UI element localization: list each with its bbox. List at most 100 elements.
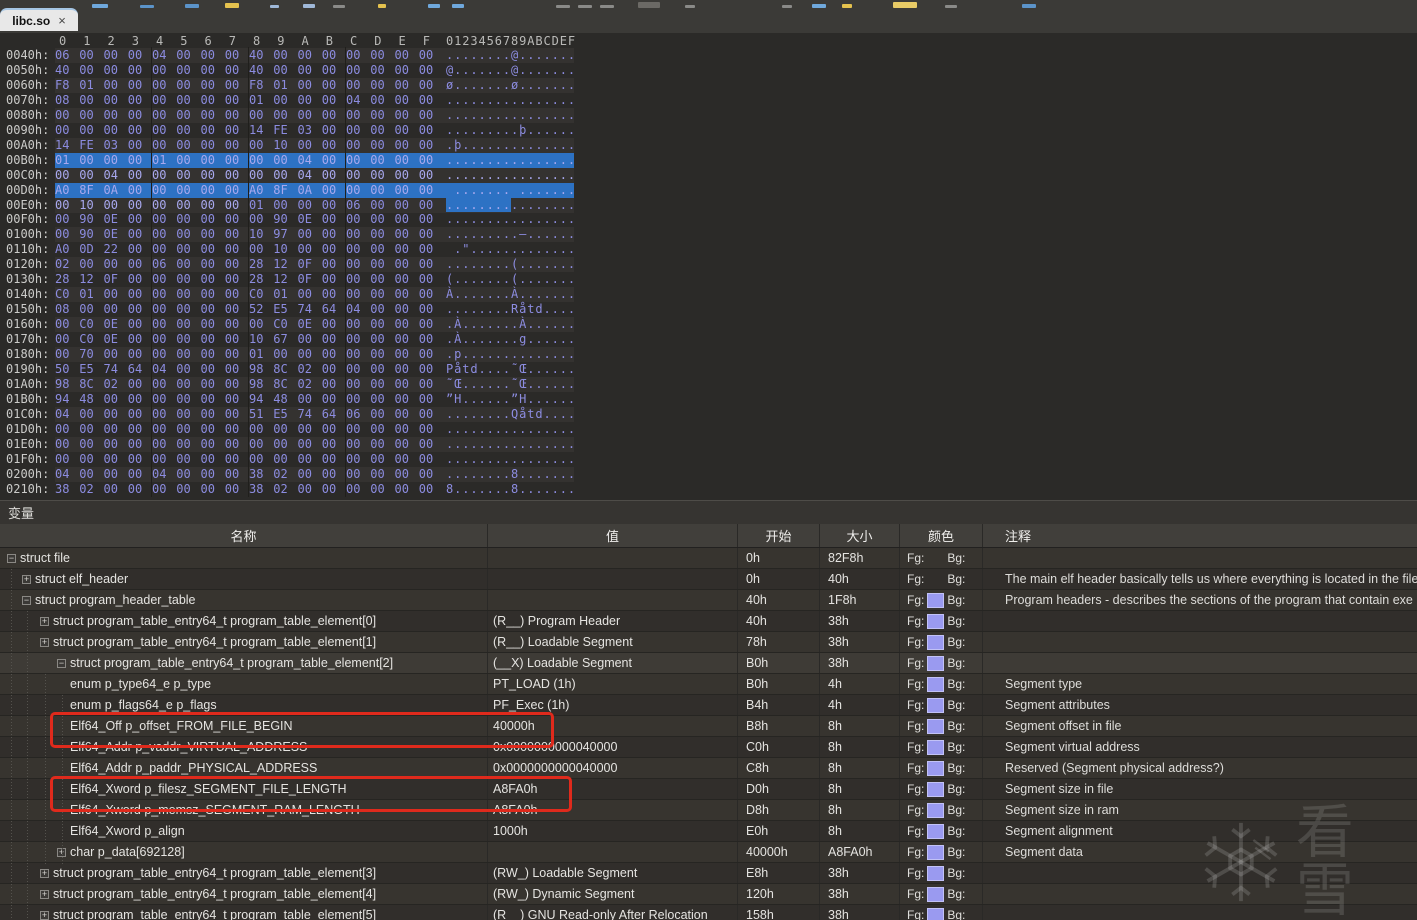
hex-byte[interactable]: 00: [298, 93, 322, 108]
hex-byte[interactable]: 00: [201, 48, 225, 63]
hex-byte[interactable]: 00: [395, 452, 419, 467]
hex-byte[interactable]: 00: [298, 482, 322, 497]
hex-byte[interactable]: 00: [370, 198, 394, 213]
hex-byte[interactable]: 00: [370, 227, 394, 242]
hex-byte[interactable]: 00: [346, 48, 370, 63]
hex-row[interactable]: 01D0h: 00 00 00 00 00 00 00 00 00 00 00 00 00 00 00 00..…: [0, 422, 575, 437]
hex-byte[interactable]: 64: [322, 302, 346, 317]
ascii-text[interactable]: 8.......8.......: [443, 482, 575, 497]
hex-byte[interactable]: 10: [79, 198, 103, 213]
hex-byte[interactable]: 00: [225, 272, 249, 287]
hex-byte[interactable]: 00: [128, 377, 152, 392]
hex-byte[interactable]: 00: [79, 93, 103, 108]
hex-byte[interactable]: 00: [298, 437, 322, 452]
ascii-text[interactable]: Påtd....˜Œ......: [443, 362, 575, 377]
hex-byte[interactable]: 00: [273, 153, 297, 168]
hex-byte[interactable]: 98: [249, 377, 273, 392]
hex-byte[interactable]: 00: [176, 362, 200, 377]
hex-byte[interactable]: 00: [104, 48, 128, 63]
hex-byte[interactable]: 00: [298, 422, 322, 437]
hex-byte[interactable]: 14: [249, 123, 273, 138]
hex-byte[interactable]: 00: [225, 168, 249, 183]
hex-byte[interactable]: 00: [346, 482, 370, 497]
hex-byte[interactable]: 00: [395, 153, 419, 168]
hex-byte[interactable]: 00: [346, 108, 370, 123]
hex-byte[interactable]: 00: [104, 347, 128, 362]
hex-byte[interactable]: 00: [128, 302, 152, 317]
hex-byte[interactable]: 0F: [298, 257, 322, 272]
hex-byte[interactable]: 00: [395, 347, 419, 362]
hex-byte[interactable]: 00: [273, 108, 297, 123]
hex-row[interactable]: 0180h: 00 70 00 00 00 00 00 00 01 00 00 00 00 00 00 00 .p…: [0, 347, 575, 363]
hex-byte[interactable]: 98: [55, 377, 79, 392]
hex-row[interactable]: 0060h: F8 01 00 00 00 00 00 00 F8 01 00 00 00 00 00 00 ø.…: [0, 77, 575, 93]
hex-byte[interactable]: 00: [273, 48, 297, 63]
hex-byte[interactable]: 00: [128, 407, 152, 422]
hex-byte[interactable]: 00: [370, 287, 394, 302]
hex-byte[interactable]: 00: [225, 108, 249, 123]
hex-byte[interactable]: 28: [249, 257, 273, 272]
ascii-text[interactable]: .À.......g......: [443, 332, 575, 347]
hex-byte[interactable]: 00: [128, 422, 152, 437]
hex-byte[interactable]: 0A: [298, 183, 322, 198]
expand-icon[interactable]: +: [40, 868, 49, 878]
hex-byte[interactable]: 00: [152, 317, 176, 332]
ascii-text[interactable]: ........(.......: [443, 257, 575, 273]
hex-byte[interactable]: 40: [55, 63, 79, 78]
hex-byte[interactable]: 00: [346, 63, 370, 78]
expand-icon[interactable]: +: [40, 910, 49, 920]
hex-byte[interactable]: 00: [128, 212, 152, 227]
ascii-text[interactable]: ................: [443, 452, 575, 467]
hex-byte[interactable]: 00: [322, 332, 346, 347]
hex-byte[interactable]: 00: [322, 287, 346, 302]
hex-byte[interactable]: 00: [201, 198, 225, 213]
fg-color-swatch[interactable]: [927, 802, 945, 818]
hex-byte[interactable]: 64: [128, 362, 152, 377]
hex-byte[interactable]: 00: [322, 362, 346, 377]
hex-row[interactable]: 0110h: A0 0D 22 00 00 00 00 00 00 10 00 00 00 00 00 00 .…: [0, 242, 575, 257]
hex-byte[interactable]: 00: [128, 63, 152, 78]
hex-byte[interactable]: 00: [419, 48, 443, 63]
ascii-text[interactable]: .À.......À......: [443, 317, 575, 333]
hex-byte[interactable]: 00: [419, 392, 443, 407]
hex-byte[interactable]: 00: [176, 467, 200, 482]
hex-byte[interactable]: 00: [55, 437, 79, 452]
hex-byte[interactable]: 00: [225, 392, 249, 407]
hex-byte[interactable]: 00: [298, 452, 322, 467]
hex-byte[interactable]: 00: [225, 242, 249, 257]
hex-byte[interactable]: 00: [249, 212, 273, 227]
hex-byte[interactable]: 00: [225, 347, 249, 362]
hex-byte[interactable]: 00: [395, 123, 419, 138]
hex-byte[interactable]: A0: [55, 183, 79, 198]
hex-byte[interactable]: 00: [273, 198, 297, 213]
hex-byte[interactable]: 00: [225, 227, 249, 242]
hex-byte[interactable]: 00: [201, 302, 225, 317]
hex-byte[interactable]: 00: [128, 242, 152, 257]
hex-byte[interactable]: 00: [104, 78, 128, 93]
hex-byte[interactable]: 00: [419, 63, 443, 78]
hex-byte[interactable]: 02: [273, 467, 297, 482]
fg-color-swatch[interactable]: [927, 781, 945, 797]
hex-byte[interactable]: 00: [79, 48, 103, 63]
hex-byte[interactable]: 90: [79, 227, 103, 242]
hex-byte[interactable]: 00: [322, 183, 346, 198]
hex-byte[interactable]: 8C: [273, 362, 297, 377]
hex-byte[interactable]: 00: [419, 138, 443, 153]
hex-byte[interactable]: 00: [298, 392, 322, 407]
hex-byte[interactable]: 00: [419, 302, 443, 317]
hex-byte[interactable]: 00: [370, 362, 394, 377]
hex-row[interactable]: 0140h: C0 01 00 00 00 00 00 00 C0 01 00 00 00 00 00 00 À.…: [0, 287, 575, 303]
hex-byte[interactable]: 00: [104, 422, 128, 437]
hex-byte[interactable]: 00: [322, 437, 346, 452]
hex-byte[interactable]: 00: [55, 422, 79, 437]
hex-byte[interactable]: 00: [395, 168, 419, 183]
hex-row[interactable]: 0120h: 02 00 00 00 06 00 00 00 28 12 0F 00 00 00 00 00..…: [0, 257, 575, 273]
ascii-text[interactable]: .þ..............: [443, 137, 575, 153]
hex-byte[interactable]: 00: [104, 437, 128, 452]
hex-byte[interactable]: 00: [176, 63, 200, 78]
variable-row[interactable]: Elf64_Xword p_align 1000h E0h 8h Fg: Bg: Segme…: [0, 821, 1417, 842]
hex-byte[interactable]: 00: [79, 153, 103, 168]
hex-byte[interactable]: 00: [176, 332, 200, 347]
hex-byte[interactable]: 08: [55, 302, 79, 317]
hex-byte[interactable]: 00: [176, 108, 200, 123]
